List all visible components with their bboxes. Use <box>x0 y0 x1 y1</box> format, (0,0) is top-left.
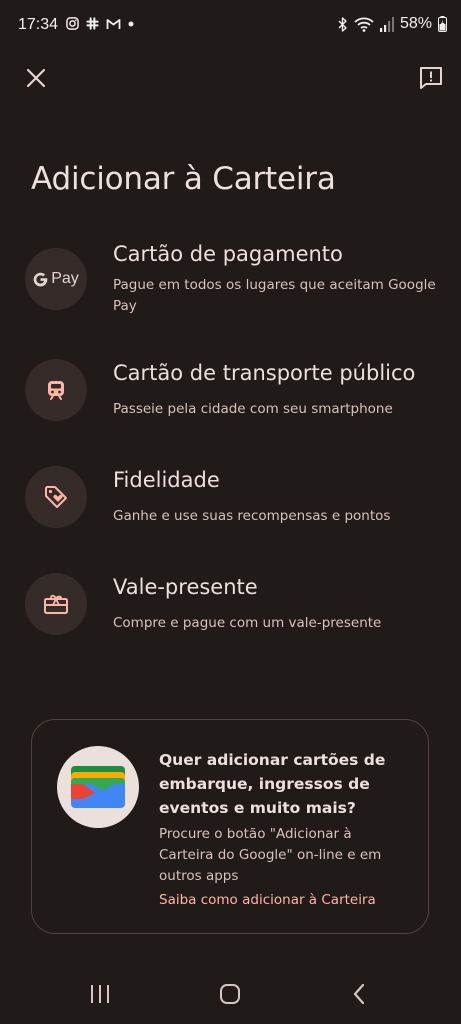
system-status: 58% <box>338 15 447 33</box>
wallet-icon <box>71 766 125 808</box>
gift-card-icon <box>44 594 68 614</box>
page-title: Adicionar à Carteira <box>31 160 336 197</box>
battery-percent: 58% <box>399 15 432 32</box>
recent-apps-button[interactable] <box>80 974 120 1014</box>
train-icon <box>48 381 64 400</box>
bluetooth-icon <box>338 16 347 32</box>
more-notifications-dot-icon <box>128 21 134 26</box>
option-description: Compre e pague com um vale-presente <box>113 615 382 631</box>
loyalty-tag-icon <box>45 486 67 508</box>
option-payment-card[interactable]: Pay Cartão de pagamento Pague em todos o… <box>0 230 461 330</box>
option-description: Ganhe e use suas recompensas e pontos <box>113 508 391 524</box>
system-navigation-bar <box>0 964 461 1024</box>
feedback-button[interactable] <box>411 58 451 98</box>
google-pay-label: Pay <box>51 270 79 287</box>
promo-description: Procure o botão "Adicionar à Carteira do… <box>159 826 382 884</box>
option-gift-card[interactable]: Vale-presente Compre e pague com um vale… <box>0 559 461 659</box>
google-wallet-logo <box>57 746 139 828</box>
option-transit-card[interactable]: Cartão de transporte público Passeie pel… <box>0 345 461 445</box>
option-icon-circle <box>25 573 87 635</box>
home-icon <box>220 984 240 1004</box>
close-icon <box>26 68 46 88</box>
option-icon-circle <box>25 359 87 421</box>
option-title: Cartão de transporte público <box>113 361 416 385</box>
promo-title: Quer adicionar cartões de embarque, ingr… <box>159 751 386 817</box>
close-button[interactable] <box>16 58 56 98</box>
option-icon-circle <box>25 466 87 528</box>
instagram-icon <box>66 17 79 30</box>
status-bar: 17:34 58% <box>0 0 461 52</box>
option-title: Vale-presente <box>113 575 258 599</box>
battery-charging-icon <box>438 16 447 32</box>
option-title: Fidelidade <box>113 468 220 492</box>
back-icon <box>353 983 365 1005</box>
learn-how-link[interactable]: Saiba como adicionar à Carteira <box>159 892 376 908</box>
option-description: Passeie pela cidade com seu smartphone <box>113 401 393 417</box>
option-description: Pague em todos os lugares que aceitam Go… <box>113 277 436 314</box>
wifi-icon <box>354 17 374 32</box>
signal-icon <box>379 16 394 32</box>
feedback-icon <box>420 67 442 89</box>
google-pay-icon: Pay <box>33 270 79 288</box>
gmail-icon <box>106 18 121 29</box>
recent-apps-icon <box>91 985 109 1003</box>
slack-icon <box>86 17 99 30</box>
option-icon-circle: Pay <box>25 248 87 310</box>
back-button[interactable] <box>339 974 379 1014</box>
option-title: Cartão de pagamento <box>113 242 343 266</box>
option-loyalty[interactable]: Fidelidade Ganhe e use suas recompensas … <box>0 452 461 552</box>
status-time: 17:34 <box>18 16 59 33</box>
home-button[interactable] <box>210 974 250 1014</box>
notification-icons <box>66 17 134 30</box>
promo-card: Quer adicionar cartões de embarque, ingr… <box>31 719 429 934</box>
